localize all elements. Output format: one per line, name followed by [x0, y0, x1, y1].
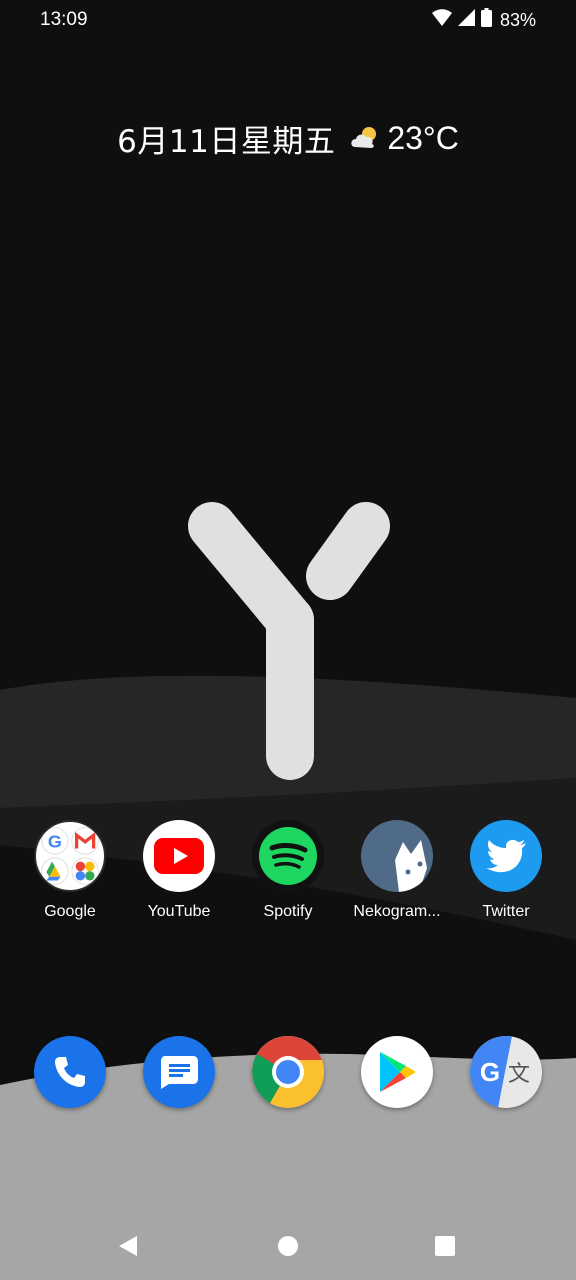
phone-icon[interactable]: [34, 1036, 106, 1108]
recents-icon[interactable]: [421, 1222, 469, 1270]
google-translate-icon[interactable]: G 文: [470, 1036, 542, 1108]
navigation-bar: [0, 1214, 576, 1280]
spotify-icon[interactable]: [252, 820, 324, 892]
status-bar: 13:09 83%: [0, 0, 576, 40]
glance-temperature[interactable]: 23°C: [387, 120, 459, 157]
messages-icon[interactable]: [143, 1036, 215, 1108]
wifi-icon: [431, 8, 452, 32]
back-icon[interactable]: [104, 1222, 152, 1270]
app-spotify[interactable]: Spotify: [233, 820, 343, 921]
battery-percentage: 83%: [499, 9, 536, 30]
app-label: YouTube: [147, 903, 211, 920]
app-twitter[interactable]: Twitter: [451, 820, 561, 921]
chrome-icon[interactable]: [252, 1036, 324, 1108]
status-icons: 83%: [431, 8, 536, 32]
play-store-icon[interactable]: [361, 1036, 433, 1108]
partly-cloudy-icon[interactable]: [349, 125, 381, 151]
app-youtube[interactable]: YouTube: [124, 820, 234, 921]
app-google-folder[interactable]: G Google: [15, 820, 125, 921]
nekogram-icon[interactable]: [361, 820, 433, 892]
app-nekogram[interactable]: Nekogram...: [342, 820, 452, 921]
status-time: 13:09: [40, 9, 88, 30]
cell-signal-icon: [457, 9, 475, 31]
google-folder-icon[interactable]: G: [34, 820, 106, 892]
svg-text:G: G: [48, 832, 62, 852]
youtube-icon[interactable]: [143, 820, 215, 892]
svg-text:文: 文: [508, 1062, 530, 1087]
glance-date[interactable]: 6月11日星期五: [117, 116, 335, 161]
at-a-glance-widget[interactable]: 6月11日星期五 23°C: [0, 114, 576, 162]
home-icon[interactable]: [264, 1222, 312, 1270]
app-label: Spotify: [263, 903, 313, 920]
app-label: Google: [44, 903, 96, 920]
app-label: Nekogram...: [353, 903, 441, 920]
app-label: Twitter: [482, 903, 530, 920]
battery-icon: [480, 8, 492, 32]
twitter-icon[interactable]: [470, 820, 542, 892]
svg-text:G: G: [480, 1057, 500, 1087]
